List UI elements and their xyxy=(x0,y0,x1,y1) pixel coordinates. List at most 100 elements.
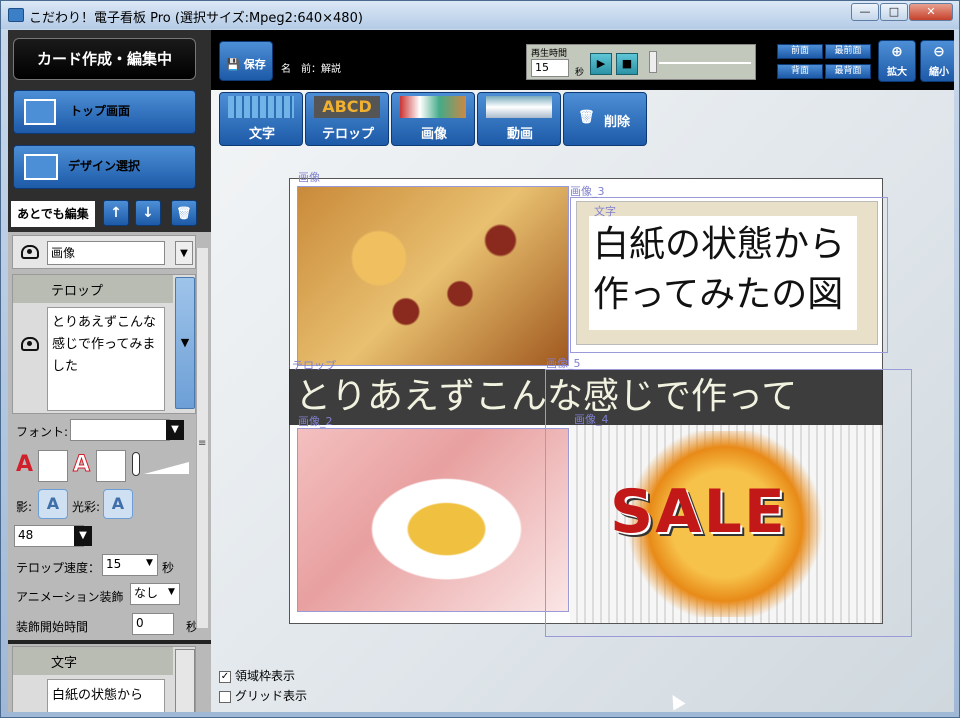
edit-later-label: あとでも編集 xyxy=(11,201,95,227)
zoom-in-label: 拡大 xyxy=(887,67,907,78)
add-text-button[interactable]: 文字 xyxy=(219,92,303,146)
design-select-button[interactable]: デザイン選択 xyxy=(13,145,196,189)
add-telop-button[interactable]: ABCD テロップ xyxy=(305,92,389,146)
grid-icon xyxy=(24,154,58,180)
mode-indicator: カード作成・編集中 xyxy=(13,38,196,80)
font-label: フォント: xyxy=(16,425,69,439)
image-frame-label: 画像 xyxy=(298,171,320,184)
save-button[interactable]: 💾 保存 xyxy=(219,41,273,81)
outline-color-icon[interactable]: A xyxy=(72,452,90,478)
delete-button[interactable]: 🗑 削除 xyxy=(563,92,647,146)
image-thumb-icon xyxy=(400,96,466,118)
outline-slider[interactable] xyxy=(132,452,140,476)
maximize-button[interactable]: □ xyxy=(880,3,908,21)
bring-forward-button[interactable]: 前面 xyxy=(777,44,823,59)
play-time-label: 再生時間 xyxy=(531,49,568,59)
edit-bar: あとでも編集 ↑ ↓ 🗑 xyxy=(8,195,211,231)
image-frame-5[interactable] xyxy=(545,369,912,637)
layer-panel: 画像 ▼ テロップ とりあえずこんな感じで作ってみました ▼ フォント: ▼ A… xyxy=(8,232,211,712)
card-canvas[interactable]: 画像 白紙の状態から作ってみたの図 画像_3 文字 とりあえずこんな感じで作って… xyxy=(289,171,912,637)
frame-toggle[interactable]: ✓ 領域枠表示 xyxy=(219,667,307,684)
move-down-button[interactable]: ↓ xyxy=(135,200,161,226)
font-select[interactable] xyxy=(70,419,170,441)
add-text-label: 文字 xyxy=(248,127,275,142)
frame-toggle-label: 領域枠表示 xyxy=(235,669,296,683)
stop-icon[interactable]: ■ xyxy=(616,53,638,75)
minimize-button[interactable]: — xyxy=(851,3,879,21)
play-time-field[interactable]: 15 xyxy=(531,59,569,77)
text-layer-title: 文字 xyxy=(51,656,78,671)
add-telop-label: テロップ xyxy=(321,127,374,142)
trash-button[interactable]: 🗑 xyxy=(171,200,197,226)
shadow-label: 影: xyxy=(16,500,33,514)
name-label: 名 前：解説 xyxy=(281,64,341,75)
zoom-in-button[interactable]: ⊕ 拡大 xyxy=(878,40,916,82)
text-layer-input[interactable]: 白紙の状態から xyxy=(47,679,165,712)
collapse-toggle[interactable] xyxy=(175,649,195,712)
image-frame-1[interactable] xyxy=(297,186,569,366)
seek-slider-thumb[interactable] xyxy=(649,51,657,73)
chevron-down-icon[interactable]: ▼ xyxy=(166,420,184,440)
design-select-label: デザイン選択 xyxy=(68,159,141,173)
chevron-down-icon[interactable]: ▼ xyxy=(175,241,193,265)
move-up-button[interactable]: ↑ xyxy=(103,200,129,226)
image-frame-2[interactable] xyxy=(297,428,569,612)
checkbox-icon[interactable] xyxy=(219,690,231,703)
image5-frame-label: 画像_5 xyxy=(546,357,581,370)
app-window: こだわり！電子看板 Pro (選択サイズ:Mpeg2:640×480) — □ … xyxy=(0,0,960,718)
visibility-eye-icon[interactable] xyxy=(21,337,39,351)
chevron-down-icon[interactable]: ▼ xyxy=(168,587,175,597)
text-color-icon[interactable]: A xyxy=(16,452,33,477)
deco-start-field[interactable]: 0 xyxy=(132,613,174,635)
outline-color-swatch[interactable] xyxy=(96,450,126,482)
layer-item-image[interactable]: 画像 ▼ xyxy=(12,235,196,269)
app-icon xyxy=(8,8,24,22)
collapse-chevron-icon[interactable]: ▼ xyxy=(175,277,195,409)
telop-speed-label: テロップ速度： xyxy=(16,561,101,575)
telop-frame-label: テロップ xyxy=(292,359,336,372)
text-layer-header: 文字 xyxy=(13,647,173,675)
zoom-out-label: 縮小 xyxy=(929,67,949,78)
telop-header: テロップ xyxy=(13,275,173,303)
chevron-down-icon[interactable]: ▼ xyxy=(74,526,92,546)
grid-toggle[interactable]: グリッド表示 xyxy=(219,687,307,704)
visibility-eye-icon[interactable] xyxy=(21,245,39,259)
shadow-button[interactable]: A xyxy=(38,489,68,519)
send-backward-button[interactable]: 背面 xyxy=(777,64,823,79)
add-image-button[interactable]: 画像 xyxy=(391,92,475,146)
outline-width-ramp xyxy=(144,462,189,474)
panel-scrollbar[interactable]: ≡ xyxy=(196,248,208,628)
canvas-area: 💾 保存 名 前：解説 再生時間 15 秒 ▶ ■ 前面 最前面 背面 最背面 … xyxy=(211,30,954,712)
image2-frame-label: 画像_2 xyxy=(298,415,333,428)
layer-item-telop[interactable]: テロップ とりあえずこんな感じで作ってみました ▼ xyxy=(12,274,196,414)
glow-label: 光彩: xyxy=(72,500,101,514)
scroll-grip-icon: ≡ xyxy=(198,438,207,449)
layer-item-text[interactable]: 文字 白紙の状態から xyxy=(12,646,196,712)
bring-to-front-button[interactable]: 最前面 xyxy=(825,44,871,59)
play-icon[interactable]: ▶ xyxy=(590,53,612,75)
text-color-swatch[interactable] xyxy=(38,450,68,482)
grid-toggle-label: グリッド表示 xyxy=(235,689,308,703)
title-bar: こだわり！電子看板 Pro (選択サイズ:Mpeg2:640×480) — □ … xyxy=(1,1,959,29)
chevron-down-icon[interactable]: ▼ xyxy=(146,558,153,568)
close-button[interactable]: ✕ xyxy=(909,3,953,21)
send-to-back-button[interactable]: 最背面 xyxy=(825,64,871,79)
seek-track[interactable] xyxy=(659,62,751,64)
checkbox-checked-icon[interactable]: ✓ xyxy=(219,670,231,683)
top-screen-label: トップ画面 xyxy=(70,104,131,118)
add-video-button[interactable]: 動画 xyxy=(477,92,561,146)
top-toolbar: 💾 保存 名 前：解説 再生時間 15 秒 ▶ ■ 前面 最前面 背面 最背面 … xyxy=(211,30,954,90)
layer-name-image[interactable]: 画像 xyxy=(47,241,165,265)
animation-label: アニメーション装飾 xyxy=(16,590,124,604)
mouse-cursor-icon xyxy=(666,691,686,711)
top-screen-button[interactable]: トップ画面 xyxy=(13,90,196,134)
zoom-out-button[interactable]: ⊖ 縮小 xyxy=(920,40,954,82)
client-area: カード作成・編集中 トップ画面 デザイン選択 あとでも編集 ↑ ↓ 🗑 画像 ▼… xyxy=(8,30,954,712)
add-image-label: 画像 xyxy=(420,127,447,142)
deco-start-label: 装飾開始時間 xyxy=(16,620,89,634)
save-label: 💾 保存 xyxy=(226,58,266,71)
text-thumb-icon xyxy=(228,96,294,118)
telop-text-input[interactable]: とりあえずこんな感じで作ってみました xyxy=(47,307,165,411)
image-frame-3[interactable] xyxy=(570,197,888,353)
glow-button[interactable]: A xyxy=(103,489,133,519)
